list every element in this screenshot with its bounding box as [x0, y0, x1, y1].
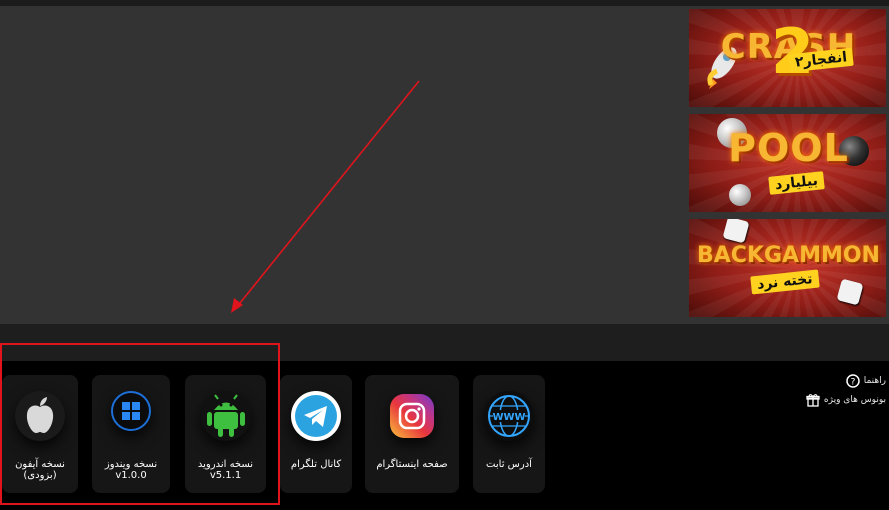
billiard-ball-icon: [729, 184, 751, 206]
ios-card-status: (بزودی): [23, 470, 57, 481]
instagram-card-title: صفحه اینستاگرام: [376, 459, 448, 470]
ios-card-title: نسخه آیفون: [15, 459, 65, 470]
android-app-card[interactable]: نسخه اندروید v5.1.1: [185, 375, 266, 493]
crash-game-banner[interactable]: CRASH 2 انفجار۲: [689, 9, 886, 107]
android-card-title: نسخه اندروید: [197, 459, 254, 470]
android-card-version: v5.1.1: [209, 470, 242, 481]
windows-card-title: نسخه ویندوز: [104, 459, 158, 470]
special-bonus-label: بونوس های ویژه: [823, 395, 886, 405]
instagram-icon: [398, 402, 426, 430]
apple-icon: [26, 397, 54, 433]
pool-game-banner[interactable]: POOL بیلیارد: [689, 114, 886, 212]
www-badge: WWW: [492, 412, 525, 423]
backgammon-game-banner[interactable]: BACKGAMMON تخته نرد: [689, 219, 886, 317]
windows-card-version: v1.0.0: [115, 470, 147, 481]
backgammon-title: BACKGAMMON: [697, 243, 880, 268]
content-bottom-band: [0, 324, 889, 361]
fixed-address-card-title: آدرس ثابت: [486, 459, 532, 470]
telegram-icon: [295, 395, 337, 437]
gift-icon: [806, 394, 820, 407]
android-icon: [206, 394, 245, 437]
fixed-address-card[interactable]: WWW آدرس ثابت: [473, 375, 545, 493]
help-label: راهنما: [863, 376, 886, 386]
pool-title: POOL: [728, 126, 849, 170]
ios-app-card[interactable]: نسخه آیفون (بزودی): [2, 375, 78, 493]
special-bonus-link[interactable]: بونوس های ویژه: [806, 393, 886, 407]
question-circle-icon: ?: [845, 374, 860, 388]
help-link[interactable]: راهنما ?: [845, 374, 886, 388]
globe-www-icon: WWW: [488, 395, 530, 437]
svg-text:?: ?: [850, 378, 855, 388]
telegram-card-title: کانال تلگرام: [290, 459, 342, 470]
windows-app-card[interactable]: نسخه ویندوز v1.0.0: [92, 375, 170, 493]
telegram-channel-card[interactable]: کانال تلگرام: [280, 375, 352, 493]
windows-icon: [122, 402, 140, 420]
instagram-page-card[interactable]: صفحه اینستاگرام: [365, 375, 459, 493]
